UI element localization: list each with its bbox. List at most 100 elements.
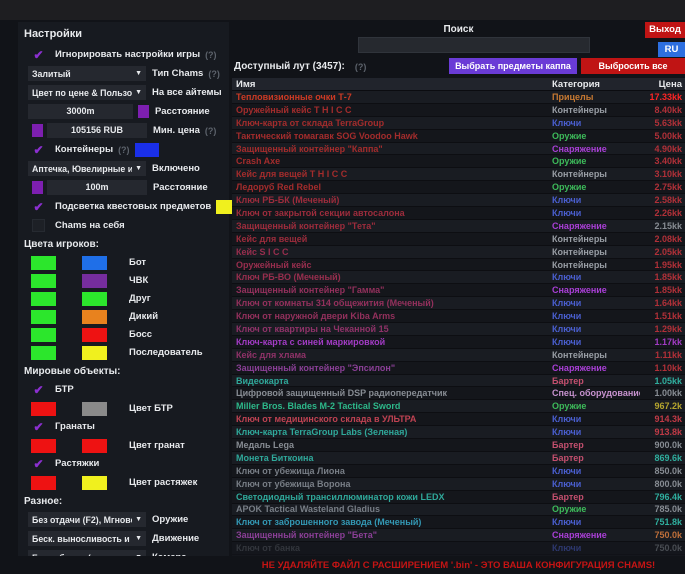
player-type-color-swatch[interactable] <box>82 310 107 324</box>
help-icon[interactable]: (?) <box>118 145 130 155</box>
column-header-category[interactable]: Категория <box>552 79 640 90</box>
table-row[interactable]: Защищенный контейнер "Эпсилон"Снаряжение… <box>232 362 685 375</box>
color-mode-select[interactable]: Цвет по цене & Пользователь ▼ <box>28 85 146 100</box>
help-icon[interactable]: (?) <box>205 50 217 60</box>
checkmark-icon[interactable]: ✔ <box>32 457 45 470</box>
table-row[interactable]: Защищенный контейнер "Гамма"Снаряжение1.… <box>232 284 685 297</box>
containers-filter-select[interactable]: Аптечка, Ювелирные и... ▼ <box>28 161 146 176</box>
table-row[interactable]: Защищенный контейнер "Тета"Снаряжение2.1… <box>232 220 685 233</box>
table-row[interactable]: Кейс для вещейКонтейнеры2.08kk <box>232 233 685 246</box>
table-row[interactable]: Кейс S I C CКонтейнеры2.05kk <box>232 246 685 259</box>
checkbox-ignore-game-settings[interactable]: ✔ Игнорировать настройки игры (?) <box>24 46 225 63</box>
dropdown-label: Движение <box>152 533 199 544</box>
table-row[interactable]: Ключ-карта от склада TerraGroupКлючи5.63… <box>232 117 685 130</box>
checkmark-icon[interactable]: ✔ <box>32 48 45 61</box>
checkmark-icon[interactable] <box>32 219 45 232</box>
checkbox-tripwires[interactable]: ✔ Растяжки <box>24 455 225 472</box>
table-row[interactable]: Кейс для хламаКонтейнеры1.11kk <box>232 349 685 362</box>
weapon-select[interactable]: Без отдачи (F2), Мгновенное п ▼ <box>28 512 146 527</box>
checkbox-chams-self[interactable]: Chams на себя <box>24 217 225 234</box>
checkmark-icon[interactable]: ✔ <box>32 200 45 213</box>
column-header-price[interactable]: Цена <box>640 79 685 90</box>
btr-color-swatch-1[interactable] <box>31 402 56 416</box>
checkmark-icon[interactable]: ✔ <box>32 420 45 433</box>
table-row[interactable]: Защищенный контейнер "Бета"Снаряжение750… <box>232 529 685 542</box>
distance-color-swatch[interactable] <box>138 105 149 118</box>
checkmark-icon[interactable]: ✔ <box>32 143 45 156</box>
help-icon[interactable]: (?) <box>208 69 220 79</box>
player-visible-color-swatch[interactable] <box>31 328 56 342</box>
player-visible-color-swatch[interactable] <box>31 346 56 360</box>
table-row[interactable]: Ключ от комнаты 314 общежития (Меченый)К… <box>232 297 685 310</box>
language-button[interactable]: RU <box>658 42 685 57</box>
table-row[interactable]: Монета БиткоинаБартер869.6k <box>232 452 685 465</box>
table-row[interactable]: Оружейный кейс T H I C CКонтейнеры8.40kk <box>232 104 685 117</box>
min-price-input[interactable]: 105156 RUB <box>47 123 147 138</box>
checkmark-icon[interactable]: ✔ <box>32 383 45 396</box>
table-row[interactable]: Ключ от убежища ЛионаКлючи850.0k <box>232 465 685 478</box>
player-visible-color-swatch[interactable] <box>31 292 56 306</box>
table-row[interactable]: Ключ РБ-БК (Меченый)Ключи2.58kk <box>232 194 685 207</box>
table-row[interactable]: Ключ от наружной двери Kiba ArmsКлючи1.5… <box>232 310 685 323</box>
table-row[interactable]: Ключ-карта TerraGroup Labs (Зеленая)Ключ… <box>232 426 685 439</box>
help-icon[interactable]: (?) <box>355 62 367 72</box>
player-visible-color-swatch[interactable] <box>31 274 56 288</box>
search-box[interactable] <box>358 37 590 53</box>
table-row[interactable]: Ключ-карта с синей маркировкойКлючи1.17k… <box>232 336 685 349</box>
containers-distance-swatch[interactable] <box>32 181 43 194</box>
table-row[interactable]: Оружейный кейсКонтейнеры1.95kk <box>232 259 685 272</box>
player-type-color-swatch[interactable] <box>82 256 107 270</box>
tripwire-color-swatch-2[interactable] <box>82 476 107 490</box>
tripwire-color-swatch-1[interactable] <box>31 476 56 490</box>
table-row[interactable]: APOK Tactical Wasteland GladiusОружие785… <box>232 504 685 517</box>
table-row[interactable]: Защищенный контейнер "Каппа"Снаряжение4.… <box>232 143 685 156</box>
table-row[interactable]: Ключ от заброшенного завода (Меченый)Клю… <box>232 516 685 529</box>
table-row[interactable]: Медаль LegaБартер900.0k <box>232 439 685 452</box>
table-row[interactable]: Тепловизионные очки Т-7Прицелы17.33kk <box>232 91 685 104</box>
item-name: Ключ от медицинского склада в УЛЬТРА <box>232 414 552 424</box>
checkbox-containers[interactable]: ✔ Контейнеры (?) <box>24 141 225 158</box>
player-type-color-swatch[interactable] <box>82 274 107 288</box>
player-type-color-swatch[interactable] <box>82 292 107 306</box>
search-input[interactable] <box>359 41 589 55</box>
btr-color-swatch-2[interactable] <box>82 402 107 416</box>
table-row[interactable]: Ключ от банкаКлючи750.0k <box>232 542 685 555</box>
table-row[interactable]: Crash AxeОружие3.40kk <box>232 155 685 168</box>
table-row[interactable]: Ледоруб Red RebelОружие2.75kk <box>232 181 685 194</box>
table-row[interactable]: Тактический томагавк SOG Voodoo HawkОруж… <box>232 130 685 143</box>
table-row[interactable]: Miller Bros. Blades M-2 Tactical SwordОр… <box>232 400 685 413</box>
table-row[interactable]: Ключ от закрытой секции автосалонаКлючи2… <box>232 207 685 220</box>
table-row[interactable]: ВидеокартаБартер1.05kk <box>232 375 685 388</box>
checkbox-quest-highlight[interactable]: ✔ Подсветка квестовых предметов <box>24 198 225 215</box>
table-row[interactable]: Светодиодный трансиллюминатор кожи LEDXБ… <box>232 491 685 504</box>
checkbox-grenades[interactable]: ✔ Гранаты <box>24 418 225 435</box>
player-visible-color-swatch[interactable] <box>31 310 56 324</box>
table-row[interactable]: Кейс для вещей T H I C CКонтейнеры3.10kk <box>232 168 685 181</box>
player-visible-color-swatch[interactable] <box>31 256 56 270</box>
table-row[interactable]: Цифровой защищенный DSP радиопередатчикС… <box>232 387 685 400</box>
player-type-label: Бот <box>129 257 146 268</box>
table-row[interactable]: Ключ РБ-ВО (Меченый)Ключи1.85kk <box>232 271 685 284</box>
help-icon[interactable]: (?) <box>205 126 217 136</box>
table-row[interactable]: Ключ от медицинского склада в УЛЬТРАКлюч… <box>232 413 685 426</box>
player-type-color-swatch[interactable] <box>82 328 107 342</box>
select-kappa-items-button[interactable]: Выбрать предметы каппа <box>449 58 577 74</box>
checkbox-btr[interactable]: ✔ БТР <box>24 381 225 398</box>
exit-button[interactable]: Выход <box>645 22 685 38</box>
containers-color-swatch[interactable] <box>135 143 159 157</box>
item-name: Ключ-карта с синей маркировкой <box>232 337 552 347</box>
grenade-color-swatch-1[interactable] <box>31 439 56 453</box>
player-type-color-swatch[interactable] <box>82 346 107 360</box>
grenade-color-swatch-2[interactable] <box>82 439 107 453</box>
column-header-name[interactable]: Имя <box>232 79 552 90</box>
table-row[interactable]: Ключ от убежища ВоронаКлючи800.0k <box>232 478 685 491</box>
min-price-color-swatch[interactable] <box>32 124 43 137</box>
containers-distance-input[interactable]: 100m <box>47 180 147 195</box>
distance-input[interactable]: 3000m <box>28 104 133 119</box>
chams-type-select[interactable]: Залитый ▼ <box>28 66 146 81</box>
dropdown-row-containers-filter: Аптечка, Ювелирные и... ▼ Включено <box>24 160 225 177</box>
table-row[interactable]: Ключ от квартиры на Чеканной 15Ключи1.29… <box>232 323 685 336</box>
movement-select[interactable]: Беск. выносливость и нет уста ▼ <box>28 531 146 546</box>
drop-all-button[interactable]: Выбросить все <box>581 58 685 74</box>
item-price: 913.8k <box>640 427 685 437</box>
